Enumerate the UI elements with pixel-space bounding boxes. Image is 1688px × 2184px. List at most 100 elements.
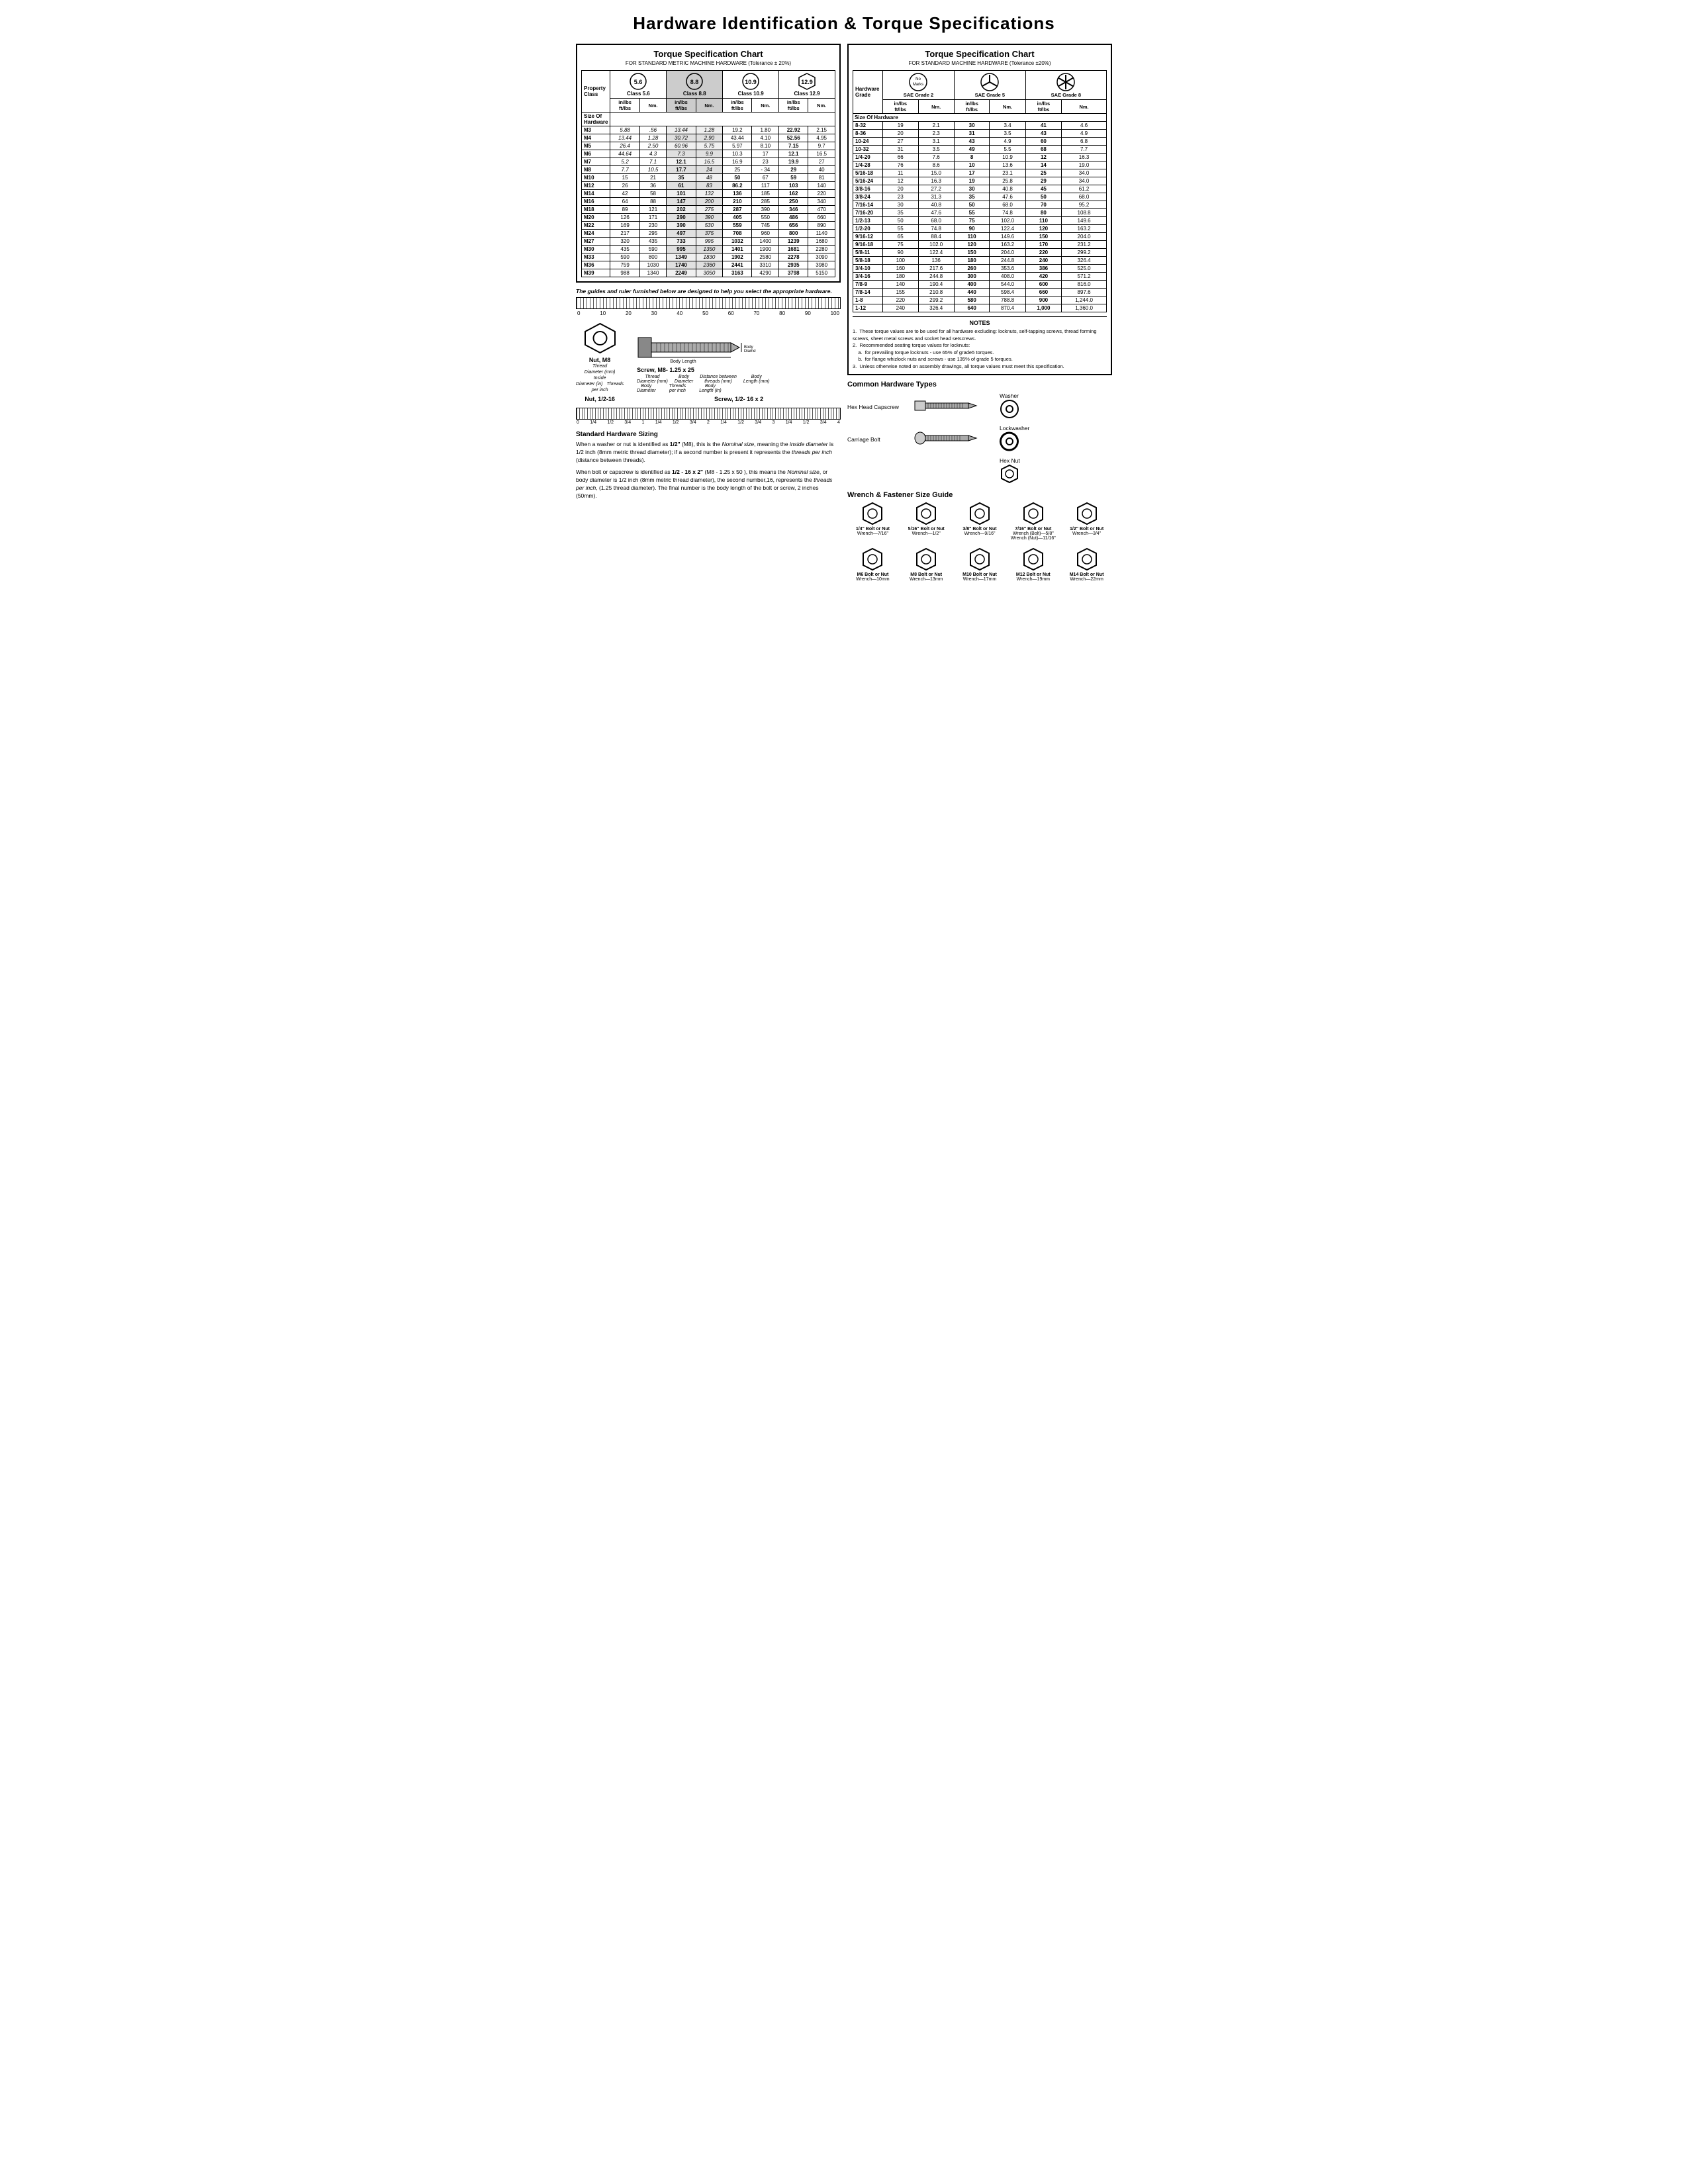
washer-icon bbox=[1000, 399, 1019, 419]
sae-table-row: 5/8-18 100 136 180 244.8 240 326.4 bbox=[853, 257, 1107, 265]
sae-torque-table: HardwareGrade No Marks SAE Grade 2 bbox=[853, 70, 1107, 312]
g2-inlbs-header: in/lbsft/lbs bbox=[883, 100, 919, 114]
wrench-bolt-label: M14 Bolt or Nut bbox=[1061, 572, 1112, 577]
class129-header: 12.9 Class 12.9 bbox=[779, 71, 835, 99]
right-panel: Torque Specification Chart FOR STANDARD … bbox=[847, 44, 1112, 584]
metric-table-row: M18 89 121 202 275 287 390 346 470 bbox=[582, 206, 835, 214]
wrench-bolt-label: 5/16" Bolt or Nut bbox=[901, 527, 952, 531]
hardware-types-row2: Carriage Bolt bbox=[847, 425, 1112, 453]
lockwasher-label: Lockwasher bbox=[1000, 425, 1029, 432]
page-title: Hardware Identification & Torque Specifi… bbox=[576, 13, 1112, 34]
hardware-diagrams: Nut, M8 ThreadDiameter (mm) InsideDiamet… bbox=[576, 322, 841, 402]
class56-icon: 5.6 bbox=[629, 72, 647, 91]
washer-label: Washer bbox=[1000, 392, 1019, 399]
class109-icon: 10.9 bbox=[741, 72, 760, 91]
c109-nm-header: Nm. bbox=[752, 99, 779, 113]
grade5-label: SAE Grade 5 bbox=[975, 92, 1005, 98]
ruler-bar bbox=[576, 297, 841, 309]
second-ruler: 0 1/4 1/2 3/4 1 1/4 1/2 3/4 2 1/4 1/2 3/… bbox=[576, 408, 841, 426]
sae-table-row: 3/8-24 23 31.3 35 47.6 50 68.0 bbox=[853, 193, 1107, 201]
g8-nm-header: Nm. bbox=[1062, 100, 1107, 114]
sae-table-row: 5/8-11 90 122.4 150 204.0 220 299.2 bbox=[853, 249, 1107, 257]
grade5-header: SAE Grade 5 bbox=[954, 71, 1025, 100]
svg-text:No: No bbox=[916, 77, 921, 81]
grade2-header: No Marks SAE Grade 2 bbox=[883, 71, 955, 100]
hexnut-icon bbox=[1000, 464, 1019, 484]
size-of-hardware-header: Size OfHardware bbox=[582, 113, 610, 126]
wrench-bolt-label: M8 Bolt or Nut bbox=[901, 572, 952, 577]
carriage-bolt-icon bbox=[914, 431, 980, 447]
sae-table-row: 3/4-16 180 244.8 300 408.0 420 571.2 bbox=[853, 273, 1107, 281]
svg-text:5.6: 5.6 bbox=[634, 79, 643, 85]
wrench-size-label: Wrench—22mm bbox=[1061, 577, 1112, 582]
class129-label: Class 12.9 bbox=[794, 91, 820, 97]
wrench-size-label: Wrench—13mm bbox=[901, 577, 952, 582]
screw-visual: Body Length Body Diameter bbox=[637, 331, 841, 364]
wrench-item: 1/4" Bolt or Nut Wrench—7/16" bbox=[847, 502, 898, 541]
metric-torque-table: PropertyClass 5.6 Class 5.6 bbox=[581, 70, 835, 277]
metric-table-row: M5 26.4 2.50 60.96 5.75 5.97 8.10 7.15 9… bbox=[582, 142, 835, 150]
metric-table-row: M24 217 295 497 375 708 960 800 1140 bbox=[582, 230, 835, 238]
notes-section: NOTES 1. These torque values are to be u… bbox=[853, 316, 1107, 370]
metric-table-row: M30 435 590 995 1350 1401 1900 1681 2280 bbox=[582, 246, 835, 253]
metric-table-row: M16 64 88 147 200 210 285 250 340 bbox=[582, 198, 835, 206]
metric-table-row: M22 169 230 390 530 559 745 656 890 bbox=[582, 222, 835, 230]
wrench-bolt-label: 1/2" Bolt or Nut bbox=[1061, 527, 1112, 531]
wrench-item: 5/16" Bolt or Nut Wrench—1/2" bbox=[901, 502, 952, 541]
metric-table-row: M7 5.2 7.1 12.1 16.5 16.9 23 19.9 27 bbox=[582, 158, 835, 166]
second-ruler-labels: 0 1/4 1/2 3/4 1 1/4 1/2 3/4 2 1/4 1/2 3/… bbox=[576, 420, 841, 426]
wrench-item: M10 Bolt or Nut Wrench—17mm bbox=[955, 547, 1006, 582]
wrench-size-label: Wrench—3/4" bbox=[1061, 531, 1112, 536]
lockwasher-icon bbox=[1000, 432, 1019, 451]
sae-table-row: 9/16-18 75 102.0 120 163.2 170 231.2 bbox=[853, 241, 1107, 249]
c129-nm-header: Nm. bbox=[808, 99, 835, 113]
sae-torque-chart: Torque Specification Chart FOR STANDARD … bbox=[847, 44, 1112, 375]
lockwasher-group: Lockwasher bbox=[1000, 425, 1029, 453]
property-class-header: PropertyClass bbox=[582, 71, 610, 113]
sae-size-row: Size Of Hardware bbox=[853, 114, 1107, 122]
sae-table-row: 1-8 220 299.2 580 788.8 900 1,244.0 bbox=[853, 296, 1107, 304]
sae-units-row: in/lbsft/lbs Nm. in/lbsft/lbs Nm. in/lbs… bbox=[853, 100, 1107, 114]
sae-table-row: 5/16-18 11 15.0 17 23.1 25 34.0 bbox=[853, 169, 1107, 177]
sizing-section: Standard Hardware Sizing When a washer o… bbox=[576, 431, 841, 500]
metric-table-row: M36 759 1030 1740 2360 2441 3310 2935 39… bbox=[582, 261, 835, 269]
wrench-item: M12 Bolt or Nut Wrench—19mm bbox=[1008, 547, 1058, 582]
sae-table-row: 1/2-13 50 68.0 75 102.0 110 149.6 bbox=[853, 217, 1107, 225]
sae-table-row: 8-32 19 2.1 30 3.4 41 4.6 bbox=[853, 122, 1107, 130]
wrench-size-label: Wrench—19mm bbox=[1008, 577, 1058, 582]
wrench-row1: 1/4" Bolt or Nut Wrench—7/16" 5/16" Bolt… bbox=[847, 502, 1112, 541]
wrench-size-label: Wrench—10mm bbox=[847, 577, 898, 582]
class129-icon: 12.9 bbox=[798, 72, 816, 91]
common-hardware-section: Common Hardware Types Hex Head Capscrew bbox=[847, 381, 1112, 486]
c109-inlbs-header: in/lbsft/lbs bbox=[723, 99, 752, 113]
wrench-guide-title: Wrench & Fastener Size Guide bbox=[847, 491, 1112, 499]
metric-table-row: M12 26 36 61 83 86.2 117 103 140 bbox=[582, 182, 835, 190]
g2-nm-header: Nm. bbox=[918, 100, 954, 114]
sae-chart-subtitle: FOR STANDARD MACHINE HARDWARE (Tolerance… bbox=[853, 60, 1107, 66]
grade8-label: SAE Grade 8 bbox=[1051, 92, 1081, 98]
sae-chart-title: Torque Specification Chart bbox=[853, 49, 1107, 59]
left-panel: Torque Specification Chart FOR STANDARD … bbox=[576, 44, 841, 584]
class88-icon: 8.8 bbox=[685, 72, 704, 91]
wrench-bolt-label: 7/16" Bolt or Nut bbox=[1008, 527, 1058, 531]
screw-svg: Body Length Body Diameter bbox=[637, 331, 756, 364]
wrench-item-icon bbox=[968, 547, 992, 571]
main-content: Torque Specification Chart FOR STANDARD … bbox=[576, 44, 1112, 584]
wrench-item: 3/8" Bolt or Nut Wrench—9/16" bbox=[955, 502, 1006, 541]
nut-svg bbox=[582, 322, 618, 355]
grade5-icon bbox=[980, 72, 1000, 92]
screw-imperial-label: Screw, 1/2- 16 x 2 bbox=[637, 396, 841, 402]
wrench-item: M14 Bolt or Nut Wrench—22mm bbox=[1061, 547, 1112, 582]
wrench-bolt-label: M10 Bolt or Nut bbox=[955, 572, 1006, 577]
wrench-item: 7/16" Bolt or Nut Wrench (Bolt)—5/8"Wren… bbox=[1008, 502, 1058, 541]
sae-table-row: 7/8-9 140 190.4 400 544.0 600 816.0 bbox=[853, 281, 1107, 289]
sae-size-header: Size Of Hardware bbox=[853, 114, 1107, 122]
sae-table-row: 3/8-16 20 27.2 30 40.8 45 61.2 bbox=[853, 185, 1107, 193]
hardware-types-row1: Hex Head Capscrew bbox=[847, 392, 1112, 421]
svg-text:Marks: Marks bbox=[913, 83, 923, 87]
c88-nm-header: Nm. bbox=[696, 99, 723, 113]
hex-capscrew-label: Hex Head Capscrew bbox=[847, 404, 907, 410]
wrench-size-label: Wrench—9/16" bbox=[955, 531, 1006, 536]
screw-diagram: Body Length Body Diameter Screw, M8- 1.2… bbox=[637, 331, 841, 402]
metric-table-row: M33 590 800 1349 1830 1902 2580 2278 309… bbox=[582, 253, 835, 261]
